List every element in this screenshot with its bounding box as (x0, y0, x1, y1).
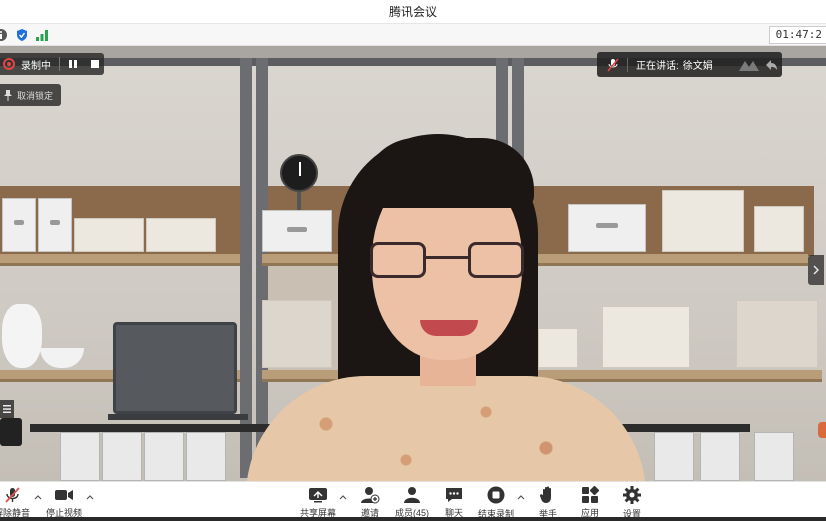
chevron-up-icon (86, 495, 94, 500)
record-stop-icon (485, 485, 507, 505)
book-stack (146, 218, 216, 252)
file-box (700, 432, 740, 481)
divider (59, 57, 60, 71)
title-bar: 腾讯会议 (0, 0, 826, 24)
participant-smile (420, 320, 478, 336)
mic-muted-icon (603, 55, 623, 75)
vase (2, 304, 42, 368)
hand-icon (537, 485, 559, 505)
mic-muted-icon (1, 485, 23, 504)
gear-icon (621, 485, 643, 505)
storage-box (568, 204, 646, 252)
divider (627, 57, 628, 72)
meeting-timer: 01:47:2 (768, 26, 826, 44)
edge-indicator (818, 422, 826, 438)
pause-icon[interactable] (64, 55, 82, 73)
share-options-caret[interactable] (338, 491, 348, 503)
chat-button[interactable]: 聊天 (432, 485, 476, 519)
book-row (262, 300, 332, 368)
file-box (60, 432, 100, 481)
desk-clock (280, 154, 318, 192)
view-layout-controls[interactable] (738, 58, 778, 72)
stop-recording-button[interactable]: 结束录制 (474, 485, 518, 519)
share-screen-icon (307, 485, 329, 504)
participant-body (246, 376, 646, 481)
chevron-up-icon (34, 495, 42, 500)
window-bottom-edge (0, 517, 826, 521)
apps-button[interactable]: 应用 (568, 485, 612, 519)
book-stack (754, 206, 804, 252)
clock-stand (297, 192, 301, 210)
status-row: 01:47:2 (0, 24, 826, 46)
invite-button[interactable]: 邀请 (348, 485, 392, 519)
share-screen-button[interactable]: 共享屏幕 (296, 485, 340, 519)
glasses-lens-right (468, 242, 524, 278)
speaking-prefix: 正在讲话: (636, 61, 679, 72)
active-speaker-bar: 正在讲话: 徐文娟 (597, 52, 782, 77)
shelf (0, 254, 240, 266)
camera-icon (53, 485, 75, 504)
glasses-lens-left (370, 242, 426, 278)
meeting-toolbar: 解除静音 停止视频 共享屏幕 邀请 成员(45) 聊天 (0, 481, 826, 521)
storage-box (262, 210, 332, 252)
chevron-right-icon (813, 265, 819, 275)
window-title: 腾讯会议 (388, 5, 437, 19)
return-icon[interactable] (764, 58, 778, 72)
pin-icon (4, 90, 12, 101)
chevron-up-icon (517, 495, 525, 500)
settings-button[interactable]: 设置 (610, 485, 654, 519)
video-stage (0, 46, 826, 481)
book-row (602, 306, 690, 368)
gallery-view-icon[interactable] (738, 58, 760, 72)
participant-bangs (364, 138, 534, 208)
menu-handle[interactable] (0, 400, 14, 418)
recording-icon (3, 58, 15, 70)
recording-bar: 录制中 (0, 53, 104, 75)
record-options-caret[interactable] (516, 491, 526, 503)
video-options-caret[interactable] (85, 491, 95, 503)
stop-video-button[interactable]: 停止视频 (42, 485, 86, 519)
book-row (662, 190, 744, 252)
shield-icon[interactable] (15, 28, 29, 42)
recording-label: 录制中 (21, 60, 51, 72)
laptop-base (108, 414, 248, 420)
book-row (736, 300, 818, 368)
file-box (186, 432, 226, 481)
file-box (144, 432, 184, 481)
shelf-post (256, 58, 268, 478)
unmute-button[interactable]: 解除静音 (0, 485, 34, 519)
storage-box (2, 198, 36, 252)
storage-box (38, 198, 72, 252)
chevron-up-icon (339, 495, 347, 500)
invite-icon (359, 485, 381, 504)
signal-icon[interactable] (35, 28, 49, 42)
speaking-name: 徐文娟 (682, 61, 713, 72)
file-box (754, 432, 794, 481)
glasses-bridge (426, 256, 468, 259)
members-button[interactable]: 成员(45) (390, 485, 434, 519)
book-stack (538, 328, 578, 368)
book-stack (74, 218, 144, 252)
bowl (40, 348, 84, 368)
unpin-label: 取消锁定 (17, 90, 54, 101)
members-icon (401, 485, 423, 504)
laptop (113, 322, 237, 414)
camera-prop (0, 418, 22, 446)
unpin-button[interactable]: 取消锁定 (0, 84, 61, 106)
info-icon[interactable] (0, 28, 8, 42)
menu-icon (3, 405, 11, 413)
apps-icon (579, 485, 601, 504)
chat-icon (443, 485, 465, 504)
file-box (654, 432, 694, 481)
raise-hand-button[interactable]: 举手 (526, 485, 570, 519)
stop-icon[interactable] (86, 55, 104, 73)
file-box (102, 432, 142, 481)
expand-sidebar-button[interactable] (808, 255, 824, 285)
